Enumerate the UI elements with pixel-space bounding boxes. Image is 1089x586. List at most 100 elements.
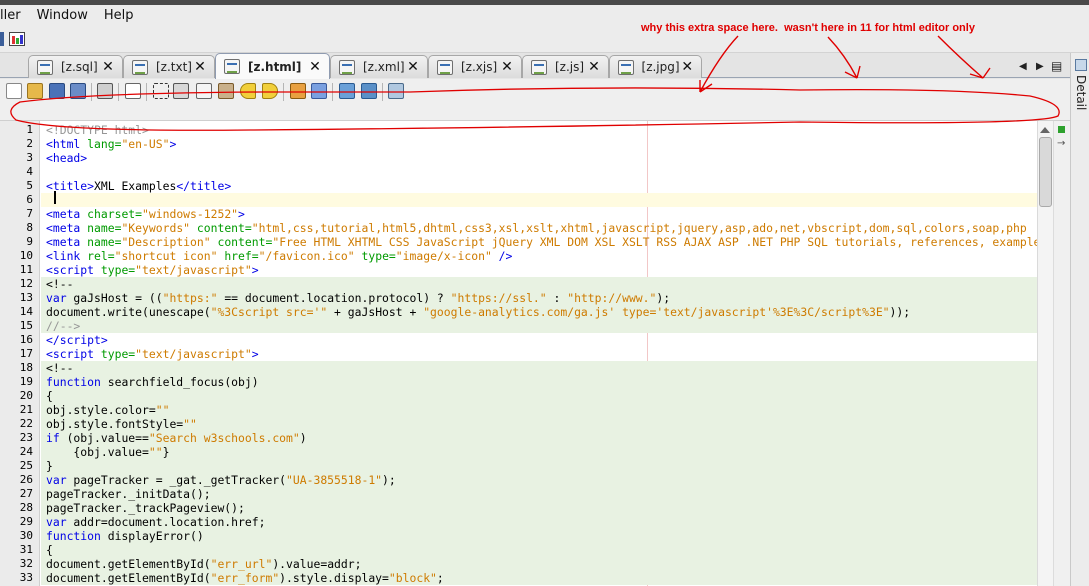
preview-icon[interactable] — [388, 83, 404, 99]
find-icon[interactable] — [339, 83, 355, 99]
line-number: 27 — [19, 487, 33, 500]
code-line[interactable]: if (obj.value=="Search w3schools.com") — [41, 431, 1037, 445]
code-line[interactable]: var gaJsHost = (("https:" == document.lo… — [41, 291, 1037, 305]
code-line[interactable]: <link rel="shortcut icon" href="/favicon… — [41, 249, 1037, 263]
layout-icon[interactable] — [9, 32, 25, 46]
detail-side-panel[interactable]: Detail — [1070, 53, 1089, 586]
code-line[interactable]: pageTracker._trackPageview(); — [41, 501, 1037, 515]
xjs-file-icon — [437, 59, 453, 75]
code-line[interactable]: document.getElementById("err_form").styl… — [41, 571, 1037, 585]
line-number: 13 — [19, 291, 33, 304]
tab-z-sql[interactable]: [z.sql] ✕ — [28, 55, 123, 78]
select-icon[interactable] — [153, 83, 169, 99]
code-line[interactable]: function displayError() — [41, 529, 1037, 543]
code-line[interactable]: <html lang="en-US"> — [41, 137, 1037, 151]
code-line[interactable]: <meta name="Description" content="Free H… — [41, 235, 1037, 249]
cut-icon[interactable] — [173, 83, 189, 99]
detail-panel-icon[interactable] — [1075, 59, 1087, 71]
line-number: 12 — [19, 277, 33, 290]
menu-item-controller[interactable]: ller — [0, 5, 29, 27]
code-line[interactable]: </script> — [41, 333, 1037, 347]
print-icon[interactable] — [97, 83, 113, 99]
code-line[interactable]: <head> — [41, 151, 1037, 165]
code-line[interactable]: <title>XML Examples</title> — [41, 179, 1037, 193]
text-caret — [54, 191, 56, 204]
code-line[interactable]: pageTracker._initData(); — [41, 487, 1037, 501]
code-line[interactable]: //--> — [41, 319, 1037, 333]
line-number: 15 — [19, 319, 33, 332]
replace-icon[interactable] — [361, 83, 377, 99]
redo-icon[interactable] — [262, 83, 278, 99]
tab-z-js[interactable]: [z.js] ✕ — [522, 55, 609, 78]
code-line[interactable] — [41, 165, 1037, 179]
save-icon[interactable] — [49, 83, 65, 99]
code-line[interactable] — [41, 193, 1037, 207]
editor-toolbar — [0, 79, 1070, 121]
detail-panel-label[interactable]: Detail — [1074, 75, 1088, 110]
code-line[interactable]: } — [41, 459, 1037, 473]
tab-z-xml[interactable]: [z.xml] ✕ — [330, 55, 428, 78]
tab-z-html[interactable]: [z.html] ✕ — [215, 53, 330, 79]
code-line[interactable]: <!-- — [41, 361, 1037, 375]
line-number: 30 — [19, 529, 33, 542]
code-editor[interactable]: 1 2 3 4 5 6 7 8 9 10 11 12 13 14 15 16 17 18 19 20 21 22 23 24 2… — [0, 121, 1070, 586]
next-bookmark-icon[interactable] — [311, 83, 327, 99]
bookmark-icon[interactable] — [290, 83, 306, 99]
page-setup-icon[interactable] — [125, 83, 141, 99]
save-all-icon[interactable] — [70, 83, 86, 99]
sql-file-icon — [37, 59, 53, 75]
pin-icon[interactable] — [0, 32, 4, 46]
code-line[interactable]: document.write(unescape("%3Cscript src='… — [41, 305, 1037, 319]
scrollbar-thumb[interactable] — [1039, 137, 1052, 207]
vertical-scrollbar[interactable] — [1037, 121, 1053, 586]
tab-scroll-right-icon[interactable]: ▶ — [1036, 61, 1044, 72]
code-line[interactable]: obj.style.fontStyle="" — [41, 417, 1037, 431]
tab-scroll-left-icon[interactable]: ◀ — [1019, 61, 1027, 72]
tab-z-xjs[interactable]: [z.xjs] ✕ — [428, 55, 522, 78]
menu-item-help[interactable]: Help — [96, 5, 142, 27]
code-line[interactable]: { — [41, 389, 1037, 403]
line-number: 10 — [19, 249, 33, 262]
close-icon[interactable]: ✕ — [680, 59, 695, 75]
line-number: 19 — [19, 375, 33, 388]
code-line[interactable]: <meta name="Keywords" content="html,css,… — [41, 221, 1037, 235]
menu-item-window[interactable]: Window — [29, 5, 96, 27]
close-icon[interactable]: ✕ — [499, 59, 515, 75]
line-number: 6 — [26, 193, 33, 206]
close-icon[interactable]: ✕ — [586, 59, 602, 75]
tab-z-jpg[interactable]: [z.jpg] ✕ — [609, 55, 702, 78]
copy-icon[interactable] — [196, 83, 212, 99]
close-icon[interactable]: ✕ — [192, 59, 208, 75]
code-line[interactable]: <script type="text/javascript"> — [41, 263, 1037, 277]
line-number: 8 — [26, 221, 33, 234]
paste-icon[interactable] — [218, 83, 234, 99]
code-line[interactable]: document.getElementById("err_url").value… — [41, 557, 1037, 571]
close-icon[interactable]: ✕ — [405, 59, 421, 75]
tab-label: [z.js] — [555, 60, 585, 74]
scroll-up-icon[interactable] — [1040, 123, 1050, 133]
code-line[interactable]: { — [41, 543, 1037, 557]
line-number: 26 — [19, 473, 33, 486]
line-number: 22 — [19, 417, 33, 430]
close-icon[interactable]: ✕ — [100, 59, 116, 75]
code-line[interactable]: {obj.value=""} — [41, 445, 1037, 459]
tab-label: [z.sql] — [61, 60, 98, 74]
code-line[interactable]: <script type="text/javascript"> — [41, 347, 1037, 361]
close-icon[interactable]: ✕ — [307, 59, 323, 75]
code-line[interactable]: <!DOCTYPE html> — [41, 123, 1037, 137]
open-folder-icon[interactable] — [27, 83, 43, 99]
code-area[interactable]: <!DOCTYPE html> <html lang="en-US"> <head>… — [41, 121, 1037, 586]
txt-file-icon — [132, 59, 148, 75]
code-line[interactable]: <!-- — [41, 277, 1037, 291]
new-file-icon[interactable] — [6, 83, 22, 99]
tab-list-icon[interactable]: ▤ — [1051, 59, 1062, 73]
code-line[interactable]: var pageTracker = _gat._getTracker("UA-3… — [41, 473, 1037, 487]
tab-z-txt[interactable]: [z.txt] ✕ — [123, 55, 215, 78]
editor-tab-bar: [z.sql] ✕ [z.txt] ✕ [z.html] ✕ [z.xml] ✕… — [0, 53, 1070, 79]
undo-icon[interactable] — [240, 83, 256, 99]
line-number: 1 — [26, 123, 33, 136]
code-line[interactable]: obj.style.color="" — [41, 403, 1037, 417]
code-line[interactable]: <meta charset="windows-1252"> — [41, 207, 1037, 221]
code-line[interactable]: var addr=document.location.href; — [41, 515, 1037, 529]
code-line[interactable]: function searchfield_focus(obj) — [41, 375, 1037, 389]
